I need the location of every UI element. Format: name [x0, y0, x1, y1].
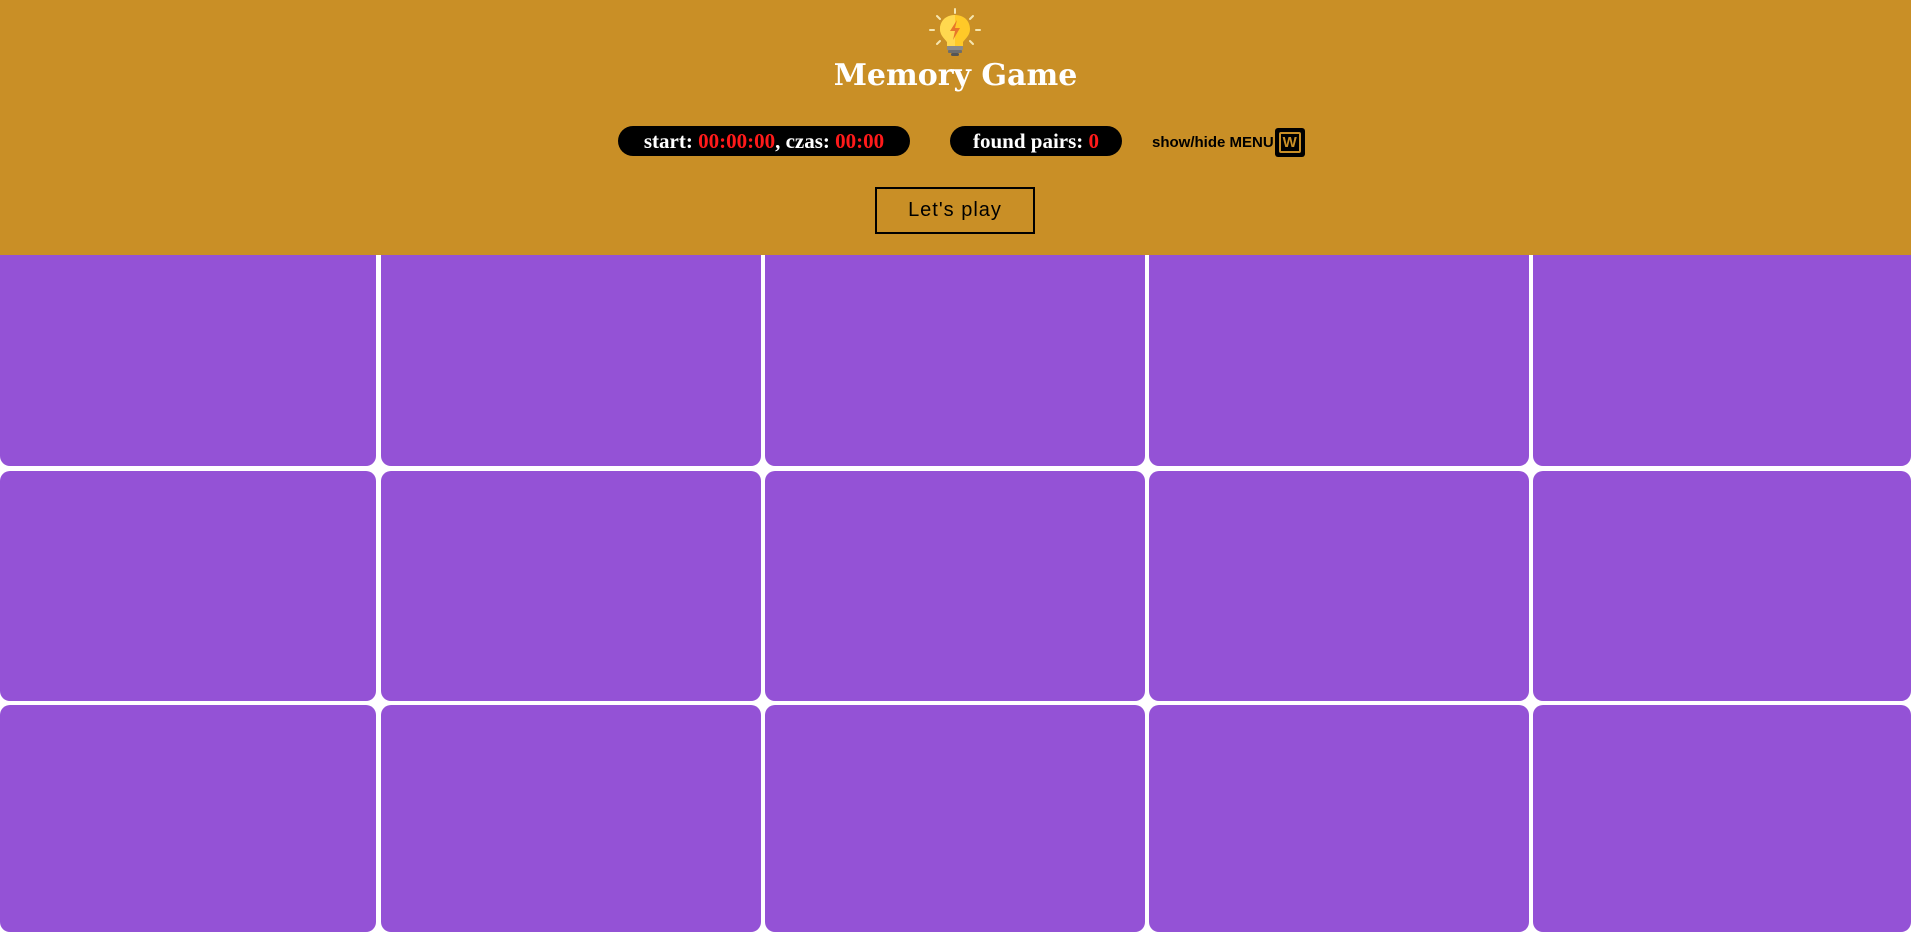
lets-play-button[interactable]: Let's play: [875, 187, 1035, 234]
memory-card[interactable]: [765, 471, 1145, 701]
menu-toggle-button[interactable]: show/hide MENU W: [1152, 127, 1305, 157]
memory-card[interactable]: [0, 705, 376, 932]
menu-toggle-label: show/hide MENU: [1152, 133, 1274, 151]
memory-card[interactable]: [381, 255, 761, 466]
elapsed-time-value: 00:00: [835, 129, 885, 153]
memory-card[interactable]: [0, 471, 376, 701]
memory-card[interactable]: [765, 255, 1145, 466]
start-label: start:: [643, 129, 699, 153]
pairs-label: found pairs:: [972, 129, 1089, 153]
memory-card[interactable]: [381, 705, 761, 932]
memory-card[interactable]: [765, 705, 1145, 932]
memory-card[interactable]: [1149, 255, 1529, 466]
timer-display: start: 00:00:00, czas: 00:00: [618, 126, 910, 156]
memory-card[interactable]: [1533, 255, 1911, 466]
game-header: Memory Game start: 00:00:00, czas: 00:00…: [0, 0, 1911, 255]
memory-card[interactable]: [1533, 705, 1911, 932]
pairs-counter: found pairs: 0: [950, 126, 1122, 156]
memory-card[interactable]: [1533, 471, 1911, 701]
elapsed-label: , czas:: [775, 129, 836, 153]
memory-card[interactable]: [1149, 471, 1529, 701]
pairs-count-value: 0: [1088, 129, 1100, 153]
memory-card[interactable]: [381, 471, 761, 701]
memory-card[interactable]: [0, 255, 376, 466]
start-time-value: 00:00:00: [698, 129, 776, 153]
card-board: [0, 255, 1911, 932]
memory-card[interactable]: [1149, 705, 1529, 932]
lightbulb-icon: [929, 8, 981, 56]
page-title: Memory Game: [833, 58, 1078, 93]
keyboard-key-icon: W: [1274, 127, 1305, 157]
shortcut-key-label: W: [1278, 131, 1301, 153]
